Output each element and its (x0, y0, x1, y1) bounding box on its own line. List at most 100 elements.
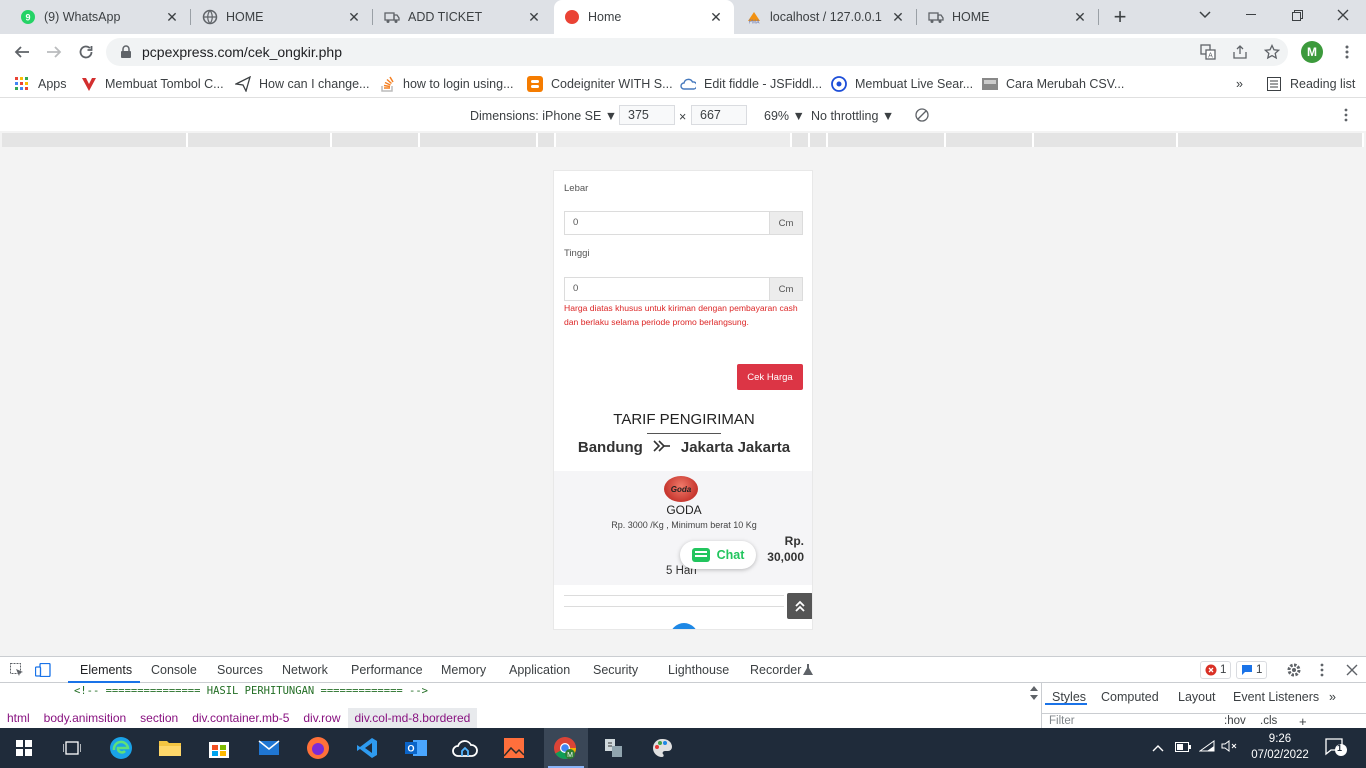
system-clock[interactable]: 9:26 07/02/2022 (1250, 731, 1310, 763)
styles-filter-input[interactable]: Filter (1049, 715, 1075, 727)
battery-icon[interactable] (1175, 740, 1191, 755)
close-tab-icon[interactable]: ✕ (1072, 9, 1088, 25)
task-view-icon[interactable] (59, 735, 85, 761)
tab-console[interactable]: Console (151, 663, 197, 677)
bookmark-item[interactable]: how to login using... (379, 75, 514, 93)
back-button[interactable] (10, 40, 34, 64)
hov-toggle[interactable]: :hov (1224, 715, 1246, 727)
message-badge[interactable]: 1 (1236, 661, 1268, 679)
tab-home-2[interactable]: HOME ✕ (918, 0, 1098, 34)
breadcrumb-item-active[interactable]: div.col-md-8.bordered (347, 708, 478, 728)
tab-whatsapp[interactable]: 9 (9) WhatsApp ✕ (10, 0, 190, 34)
width-input[interactable]: 375 (619, 105, 675, 125)
breadcrumb-item[interactable]: body.animsition (37, 708, 134, 728)
cloud-app-icon[interactable] (452, 735, 478, 761)
side-tabs-more[interactable]: » (1329, 690, 1336, 704)
close-tab-icon[interactable]: ✕ (890, 9, 906, 25)
lebar-input[interactable]: 0 (564, 211, 770, 235)
side-tab-layout[interactable]: Layout (1178, 690, 1216, 704)
close-tab-icon[interactable]: ✕ (164, 9, 180, 25)
error-badge[interactable]: 1 (1200, 661, 1232, 679)
side-tab-event-listeners[interactable]: Event Listeners (1233, 690, 1319, 704)
network-tool-icon[interactable] (600, 735, 626, 761)
bookmark-star-icon[interactable] (1263, 43, 1281, 61)
volume-muted-icon[interactable] (1221, 740, 1237, 755)
scroll-to-top-button[interactable] (787, 593, 812, 619)
tab-phpmyadmin[interactable]: PMA localhost / 127.0.0.1 / ✕ (736, 0, 916, 34)
bookmark-item[interactable]: Membuat Live Sear... (831, 75, 973, 93)
tab-sources[interactable]: Sources (217, 663, 263, 677)
tab-home-active[interactable]: Home ✕ (554, 0, 734, 34)
zoom-select[interactable]: 69% ▼ (764, 109, 805, 123)
bookmark-apps[interactable]: Apps (14, 75, 67, 93)
rotate-icon[interactable] (915, 108, 929, 125)
tab-elements[interactable]: Elements (80, 663, 132, 677)
bookmark-item[interactable]: Codeigniter WITH S... (527, 75, 673, 93)
translate-icon[interactable]: A (1199, 43, 1217, 61)
device-toggle-icon[interactable] (35, 662, 51, 678)
cek-harga-button[interactable]: Cek Harga (737, 364, 803, 390)
edge-icon[interactable] (108, 735, 134, 761)
bookmark-item[interactable]: Edit fiddle - JSFiddl... (680, 75, 822, 93)
breadcrumb-item[interactable]: div.row (296, 708, 347, 728)
devtools-menu-icon[interactable] (1314, 662, 1330, 678)
dimensions-select[interactable]: Dimensions: iPhone SE ▼ (470, 109, 617, 123)
file-explorer-icon[interactable] (157, 735, 183, 761)
url-text[interactable]: pcpexpress.com/cek_ongkir.php (142, 44, 342, 60)
forward-button[interactable] (42, 40, 66, 64)
tinggi-input[interactable]: 0 (564, 277, 770, 301)
close-tab-icon[interactable]: ✕ (708, 9, 724, 25)
tab-memory[interactable]: Memory (441, 663, 486, 677)
tab-search-icon[interactable] (1182, 0, 1228, 30)
profile-avatar[interactable]: M (1301, 41, 1323, 63)
tray-chevron-icon[interactable] (1152, 740, 1164, 755)
lock-icon[interactable] (120, 45, 132, 62)
close-window-button[interactable] (1320, 0, 1366, 30)
breadcrumb-item[interactable]: div.container.mb-5 (185, 708, 296, 728)
minimize-button[interactable] (1228, 0, 1274, 30)
chat-button[interactable]: Chat (680, 541, 756, 569)
height-input[interactable]: 667 (691, 105, 747, 125)
tab-add-ticket[interactable]: ADD TICKET ✕ (374, 0, 552, 34)
bookmark-item[interactable]: Cara Merubah CSV... (982, 75, 1124, 93)
photo-app-icon[interactable] (501, 735, 527, 761)
outlook-icon[interactable]: O (403, 735, 429, 761)
chrome-icon[interactable]: M (552, 735, 578, 761)
chrome-menu-icon[interactable] (1337, 42, 1357, 62)
close-tab-icon[interactable]: ✕ (346, 9, 362, 25)
bookmark-item[interactable]: How can I change... (235, 75, 369, 93)
restore-button[interactable] (1274, 0, 1320, 30)
wifi-icon[interactable] (1198, 740, 1215, 755)
notification-center-icon[interactable]: 1 (1325, 737, 1347, 760)
side-tab-styles[interactable]: Styles (1052, 690, 1086, 704)
address-bar[interactable]: pcpexpress.com/cek_ongkir.php A (106, 38, 1288, 66)
new-tab-button[interactable]: + (1108, 4, 1132, 29)
tab-recorder[interactable]: Recorder (750, 663, 801, 677)
tab-network[interactable]: Network (282, 663, 328, 677)
throttling-select[interactable]: No throttling ▼ (811, 109, 894, 123)
cls-toggle[interactable]: .cls (1260, 715, 1277, 727)
tab-application[interactable]: Application (509, 663, 570, 677)
more-bookmarks-button[interactable]: » (1236, 75, 1243, 93)
paint-icon[interactable] (649, 735, 675, 761)
tab-security[interactable]: Security (593, 663, 638, 677)
device-toolbar-menu-icon[interactable] (1344, 108, 1348, 125)
breadcrumb-item[interactable]: html (0, 708, 37, 728)
tab-lighthouse[interactable]: Lighthouse (668, 663, 729, 677)
tab-home[interactable]: HOME ✕ (192, 0, 372, 34)
reload-button[interactable] (74, 40, 98, 64)
scroll-arrows-icon[interactable] (1026, 685, 1042, 701)
reading-list-button[interactable]: Reading list (1266, 75, 1355, 93)
breadcrumb-item[interactable]: section (133, 708, 185, 728)
windows-start-icon[interactable] (11, 735, 37, 761)
vscode-icon[interactable] (354, 735, 380, 761)
mail-icon[interactable] (256, 735, 282, 761)
inspect-element-icon[interactable] (9, 662, 25, 678)
tab-performance[interactable]: Performance (351, 663, 423, 677)
bookmark-item[interactable]: Membuat Tombol C... (81, 75, 224, 93)
side-tab-computed[interactable]: Computed (1101, 690, 1159, 704)
close-devtools-icon[interactable] (1344, 662, 1360, 678)
ms-store-icon[interactable] (206, 735, 232, 761)
close-tab-icon[interactable]: ✕ (526, 9, 542, 25)
dom-comment-node[interactable]: <!-- =============== HASIL PERHITUNGAN =… (74, 685, 428, 697)
